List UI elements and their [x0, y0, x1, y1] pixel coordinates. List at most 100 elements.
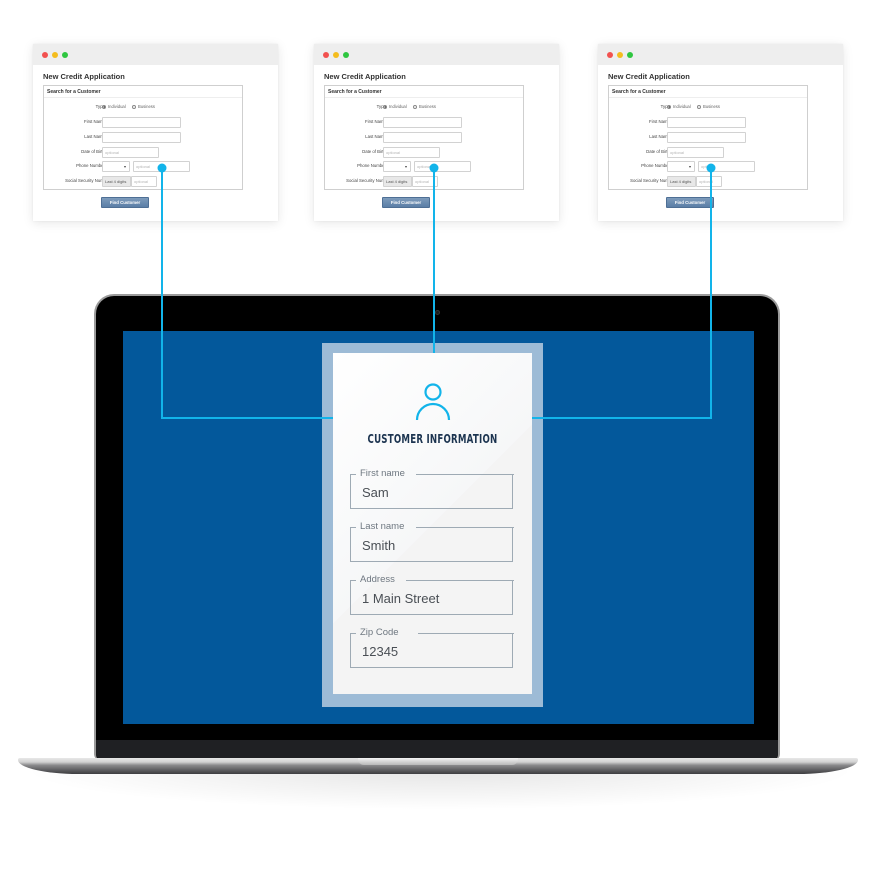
laptop-chin [96, 740, 778, 760]
minimize-dot-icon[interactable] [333, 52, 339, 58]
ssn-input[interactable]: optional [131, 176, 157, 187]
camera-icon [435, 310, 440, 315]
phone-input[interactable]: optional [414, 161, 471, 172]
field-label: Last name [360, 521, 405, 532]
maximize-dot-icon[interactable] [343, 52, 349, 58]
phone-input[interactable]: optional [133, 161, 190, 172]
field-value: Sam [362, 485, 389, 500]
ssn-addon: Last 4 digits [102, 176, 131, 187]
radio-business[interactable]: Business [413, 104, 436, 109]
last-name-input[interactable] [102, 132, 181, 143]
caret-down-icon: ▾ [404, 164, 407, 169]
caret-down-icon: ▾ [688, 164, 691, 169]
field-border [415, 474, 514, 475]
phone-country-select[interactable]: ▾ [383, 161, 411, 172]
close-dot-icon[interactable] [607, 52, 613, 58]
ssn-input[interactable]: optional [696, 176, 722, 187]
window-titlebar [598, 44, 843, 65]
radio-individual[interactable]: Individual [102, 104, 126, 109]
radio-unchecked-icon [132, 104, 136, 109]
dob-input[interactable]: optional [102, 147, 159, 158]
phone-row: Phone Number ▾ optional [609, 161, 807, 173]
radio-business[interactable]: Business [132, 104, 155, 109]
find-customer-button[interactable]: Find Customer [666, 197, 714, 208]
ssn-label: Social Security Num. [630, 178, 670, 183]
search-customer-fieldset: Search for a Customer Type Individual Bu… [43, 85, 243, 190]
fieldset-legend: Search for a Customer [325, 86, 523, 98]
window-titlebar [33, 44, 278, 65]
field-value: Smith [362, 538, 396, 553]
search-customer-fieldset: Search for a Customer Type Individual Bu… [324, 85, 524, 190]
window-title: New Credit Application [43, 72, 125, 81]
address-field[interactable]: Address 1 Main Street [349, 574, 514, 615]
ssn-row: Social Security Num. Last 4 digits optio… [325, 176, 523, 188]
radio-unchecked-icon [697, 104, 701, 109]
last-name-row: Last Name [609, 132, 807, 144]
search-customer-fieldset: Search for a Customer Type Individual Bu… [608, 85, 808, 190]
window-titlebar [314, 44, 559, 65]
type-row: Type Individual Business [609, 102, 807, 114]
maximize-dot-icon[interactable] [62, 52, 68, 58]
credit-app-window-3: New Credit Application Search for a Cust… [598, 44, 843, 221]
field-label: Address [360, 574, 395, 585]
radio-business[interactable]: Business [697, 104, 720, 109]
phone-label: Phone Number [357, 163, 386, 168]
field-value: 1 Main Street [362, 591, 440, 606]
close-dot-icon[interactable] [323, 52, 329, 58]
field-border [417, 633, 514, 634]
phone-label: Phone Number [76, 163, 105, 168]
credit-app-window-2: New Credit Application Search for a Cust… [314, 44, 559, 221]
first-name-field[interactable]: First name Sam [349, 468, 514, 509]
type-row: Type Individual Business [325, 102, 523, 114]
phone-input[interactable]: optional [698, 161, 755, 172]
close-dot-icon[interactable] [42, 52, 48, 58]
fieldset-legend: Search for a Customer [44, 86, 242, 98]
first-name-row: First Name [325, 117, 523, 129]
phone-row: Phone Number ▾ optional [325, 161, 523, 173]
window-title: New Credit Application [324, 72, 406, 81]
ssn-addon: Last 4 digits [383, 176, 412, 187]
ssn-input[interactable]: optional [412, 176, 438, 187]
first-name-row: First Name [44, 117, 242, 129]
first-name-row: First Name [609, 117, 807, 129]
last-name-row: Last Name [325, 132, 523, 144]
dob-row: Date of Birth optional [44, 147, 242, 159]
first-name-input[interactable] [102, 117, 181, 128]
zip-code-field[interactable]: Zip Code 12345 [349, 627, 514, 668]
dob-input[interactable]: optional [667, 147, 724, 158]
radio-unchecked-icon [413, 104, 417, 109]
field-label: Zip Code [360, 627, 399, 638]
last-name-field[interactable]: Last name Smith [349, 521, 514, 562]
radio-checked-icon [667, 104, 671, 109]
find-customer-button[interactable]: Find Customer [382, 197, 430, 208]
last-name-input[interactable] [383, 132, 462, 143]
phone-country-select[interactable]: ▾ [667, 161, 695, 172]
ssn-addon: Last 4 digits [667, 176, 696, 187]
dob-row: Date of Birth optional [609, 147, 807, 159]
minimize-dot-icon[interactable] [617, 52, 623, 58]
find-customer-button[interactable]: Find Customer [101, 197, 149, 208]
radio-checked-icon [102, 104, 106, 109]
ssn-row: Social Security Num. Last 4 digits optio… [609, 176, 807, 188]
last-name-row: Last Name [44, 132, 242, 144]
minimize-dot-icon[interactable] [52, 52, 58, 58]
caret-down-icon: ▾ [123, 164, 126, 169]
first-name-input[interactable] [667, 117, 746, 128]
type-row: Type Individual Business [44, 102, 242, 114]
fieldset-legend: Search for a Customer [609, 86, 807, 98]
last-name-input[interactable] [667, 132, 746, 143]
dob-input[interactable]: optional [383, 147, 440, 158]
field-label: First name [360, 468, 405, 479]
phone-country-select[interactable]: ▾ [102, 161, 130, 172]
phone-row: Phone Number ▾ optional [44, 161, 242, 173]
first-name-input[interactable] [383, 117, 462, 128]
radio-checked-icon [383, 104, 387, 109]
laptop-shadow [20, 770, 860, 810]
maximize-dot-icon[interactable] [627, 52, 633, 58]
ssn-label: Social Security Num. [346, 178, 386, 183]
laptop-notch [358, 758, 518, 765]
radio-individual[interactable]: Individual [667, 104, 691, 109]
radio-individual[interactable]: Individual [383, 104, 407, 109]
credit-app-window-1: New Credit Application Search for a Cust… [33, 44, 278, 221]
field-border [415, 527, 514, 528]
